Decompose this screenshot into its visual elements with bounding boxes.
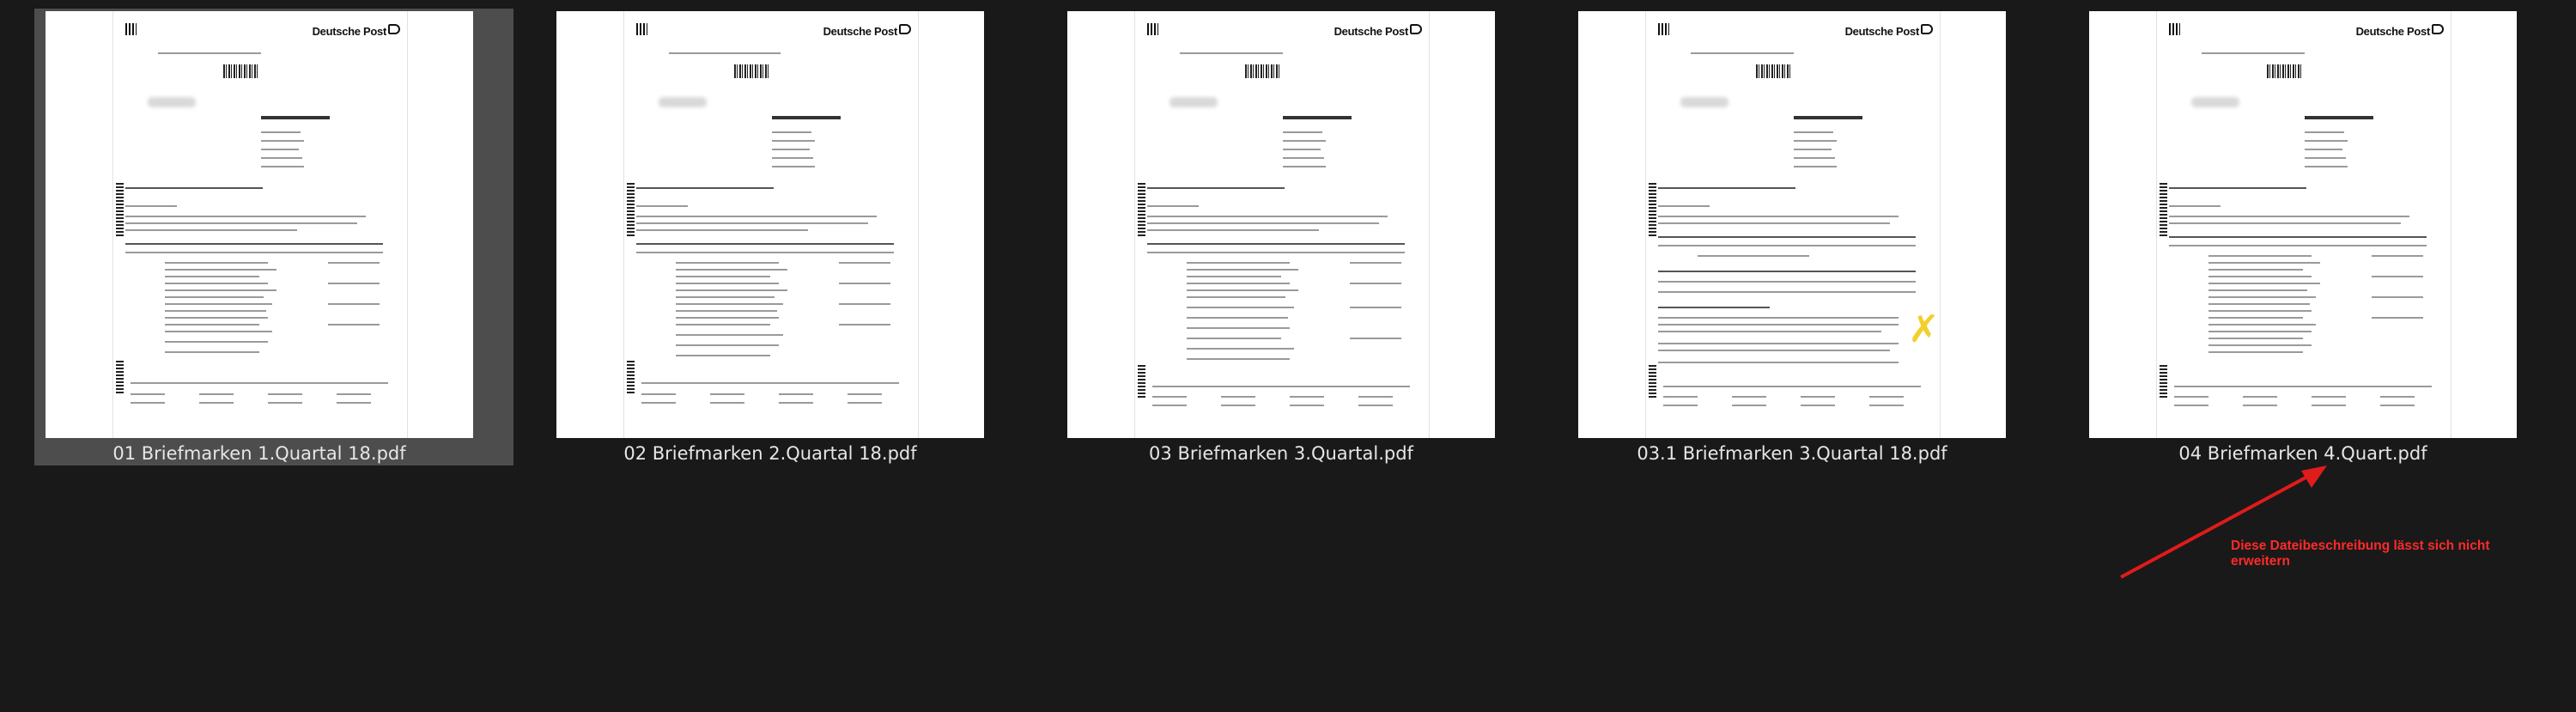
pdf-thumbnail[interactable]: Deutsche Post bbox=[2089, 11, 2517, 438]
highlight-mark-icon: ✗ bbox=[1908, 307, 1940, 351]
brand-logo: Deutsche Post bbox=[2355, 25, 2431, 38]
file-grid: Deutsche Post 01 Briefmarken 1.Quartal 1… bbox=[0, 0, 2576, 481]
posthorn-icon bbox=[2432, 24, 2444, 34]
qr-code-icon bbox=[1147, 23, 1158, 35]
brand-logo: Deutsche Post bbox=[823, 25, 898, 38]
posthorn-icon bbox=[1410, 24, 1422, 34]
pdf-thumbnail[interactable]: Deutsche Post bbox=[1067, 11, 1495, 438]
brand-logo: Deutsche Post bbox=[1334, 25, 1409, 38]
pdf-page: Deutsche Post bbox=[1134, 11, 1430, 438]
annotation-note: Diese Dateibeschreibung lässt sich nicht… bbox=[2231, 539, 2490, 569]
file-tile-2[interactable]: Deutsche Post 02 Briefmarken 2.Quartal 1… bbox=[545, 9, 1024, 466]
pdf-thumbnail[interactable]: Deutsche Post bbox=[46, 11, 473, 438]
qr-code-icon bbox=[2169, 23, 2180, 35]
file-name-label[interactable]: 01 Briefmarken 1.Quartal 18.pdf bbox=[34, 441, 484, 466]
posthorn-icon bbox=[1921, 24, 1933, 34]
file-tile-1[interactable]: Deutsche Post 01 Briefmarken 1.Quartal 1… bbox=[34, 9, 513, 466]
pdf-page: Deutsche Post bbox=[2156, 11, 2451, 438]
file-name-label[interactable]: 02 Briefmarken 2.Quartal 18.pdf bbox=[545, 441, 995, 466]
pdf-page: Deutsche Post bbox=[623, 11, 919, 438]
file-name-label[interactable]: 04 Briefmarken 4.Quart.pdf bbox=[2078, 441, 2528, 466]
file-name-label[interactable]: 03.1 Briefmarken 3.Quartal 18.pdf bbox=[1567, 441, 2017, 466]
posthorn-icon bbox=[388, 24, 400, 34]
posthorn-icon bbox=[899, 24, 911, 34]
file-tile-4[interactable]: Deutsche Post ✗ 03.1 Briefmarken 3.Quart… bbox=[1567, 9, 2046, 466]
brand-logo: Deutsche Post bbox=[312, 25, 387, 38]
qr-code-icon bbox=[125, 23, 137, 35]
file-tile-5[interactable]: Deutsche Post 04 Briefmarken 4.Quart.pdf bbox=[2078, 9, 2557, 466]
pdf-thumbnail[interactable]: Deutsche Post bbox=[1578, 11, 2006, 438]
qr-code-icon bbox=[1658, 23, 1669, 35]
pdf-thumbnail[interactable]: Deutsche Post bbox=[556, 11, 984, 438]
barcode-icon bbox=[1245, 64, 1279, 78]
barcode-icon bbox=[2267, 64, 2301, 78]
pdf-page: Deutsche Post bbox=[1645, 11, 1941, 438]
file-tile-3[interactable]: Deutsche Post 03 Briefmarken 3.Quartal.p… bbox=[1056, 9, 1535, 466]
barcode-icon bbox=[734, 64, 769, 78]
qr-code-icon bbox=[636, 23, 647, 35]
pdf-page: Deutsche Post bbox=[112, 11, 408, 438]
file-name-label[interactable]: 03 Briefmarken 3.Quartal.pdf bbox=[1056, 441, 1506, 466]
barcode-icon bbox=[223, 64, 258, 78]
brand-logo: Deutsche Post bbox=[1844, 25, 1920, 38]
barcode-icon bbox=[1756, 64, 1790, 78]
